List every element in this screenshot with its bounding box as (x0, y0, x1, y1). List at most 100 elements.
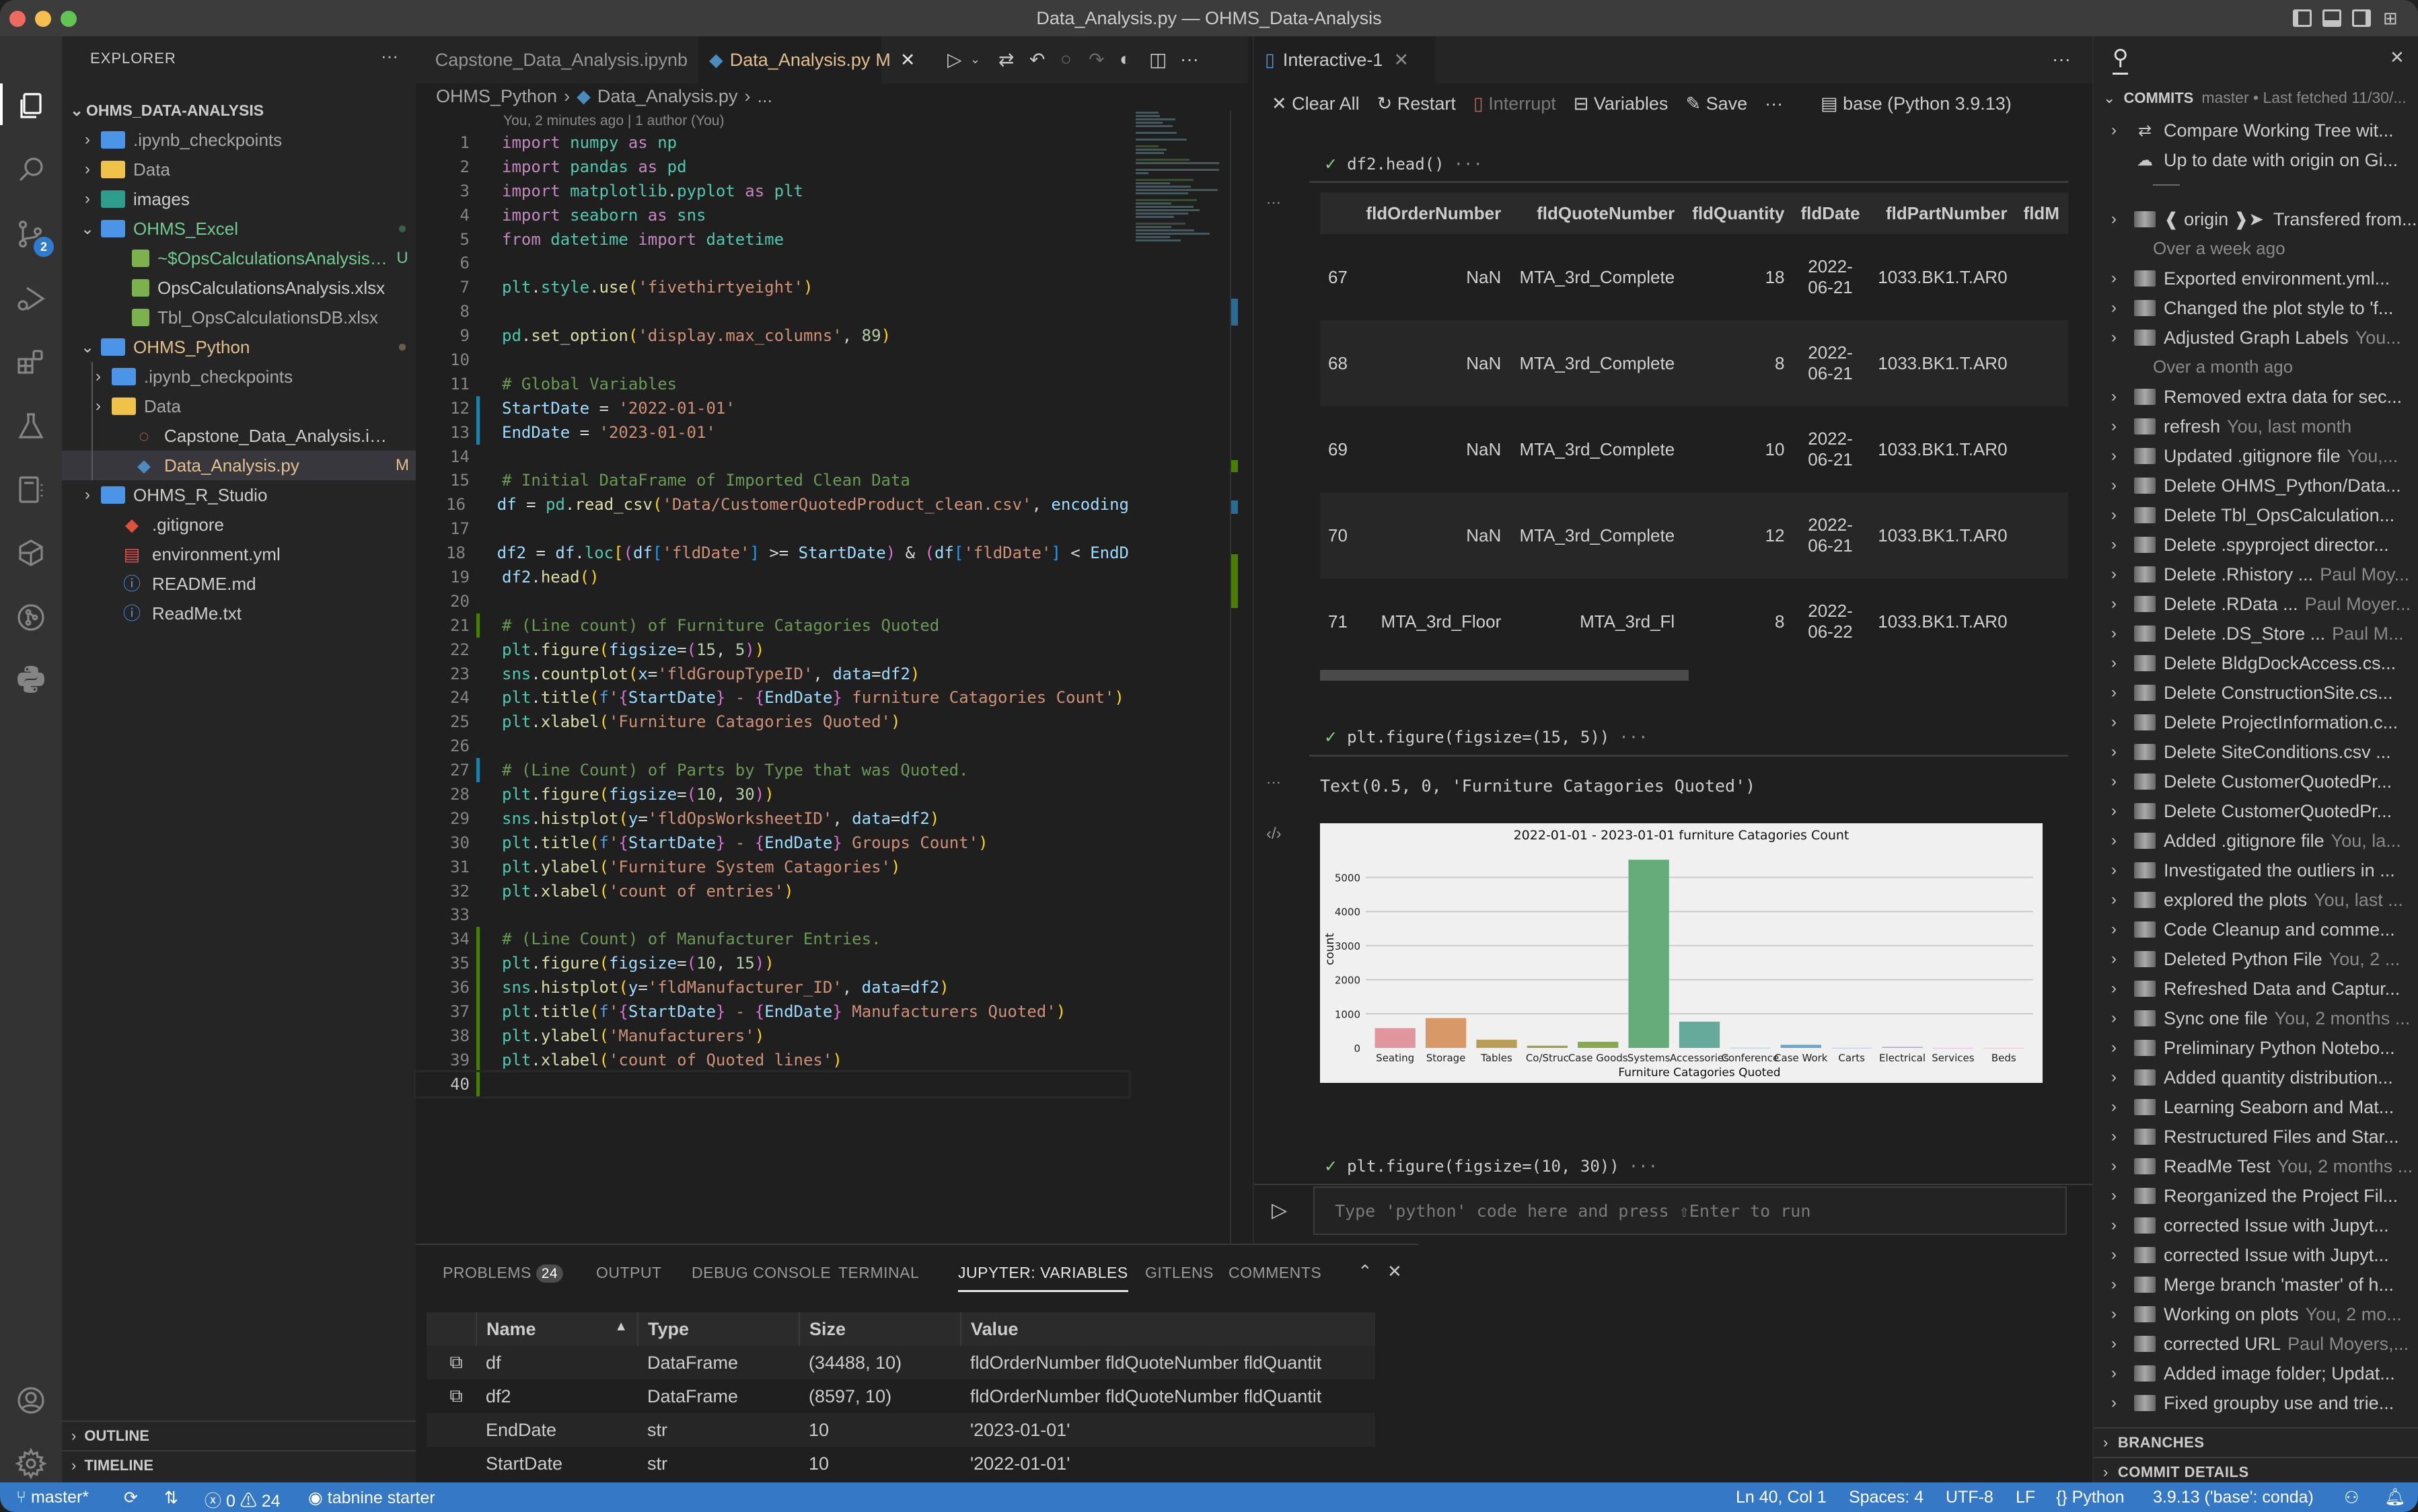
code-line[interactable]: 33 (416, 903, 1129, 928)
commit-item[interactable]: › Reorganized the Project Fil... (2094, 1181, 2418, 1211)
code-line[interactable]: 9 pd.set_option('display.max_columns', 89… (416, 324, 1129, 348)
encoding-status[interactable]: UTF-8 (1946, 1488, 1993, 1507)
run-python-file-icon[interactable]: ▷ (947, 48, 962, 71)
change-gutter[interactable] (476, 758, 488, 783)
panel-tab-jupyter-variables[interactable]: JUPYTER: VARIABLES (958, 1264, 1128, 1292)
variable-row[interactable]: ⧉ df DataFrame (34488, 10) fldOrderNumber fl… (427, 1346, 1375, 1379)
column-header-size[interactable]: Size (799, 1312, 961, 1346)
cell-header[interactable]: ✓ plt.figure(figsize=(10, 30)) ··· (1324, 1157, 1658, 1176)
open-data-viewer-icon[interactable]: ⧉ (427, 1379, 476, 1413)
commit-item[interactable]: › Adjusted Graph Labels You... (2094, 323, 2418, 352)
jupyter-icon[interactable] (13, 472, 48, 507)
problems-status[interactable]: ⓧ 0 ⚠ 24 (205, 1488, 281, 1512)
code-line[interactable]: 12 StartDate = '2022-01-01' (416, 395, 1129, 420)
extensions-icon[interactable] (13, 344, 48, 379)
interrupt-button[interactable]: ▯ Interrupt (1473, 93, 1556, 114)
output-mimetype-icon[interactable]: ‹/› (1266, 825, 1282, 843)
change-gutter[interactable] (476, 420, 488, 445)
more-actions-icon[interactable]: ··· (1765, 93, 1783, 114)
code-line[interactable]: 19 df2.head() (416, 565, 1129, 589)
code-line[interactable]: 38 plt.ylabel('Manufacturers') (416, 1023, 1129, 1048)
timeline-section[interactable]: › TIMELINE (62, 1450, 416, 1480)
code-line[interactable]: 32 plt.xlabel('count of entries') (416, 879, 1129, 903)
commit-item[interactable]: › Merge branch 'master' of h... (2094, 1270, 2418, 1299)
sync-status-item[interactable]: ☁ Up to date with origin on Gi... (2094, 145, 2418, 175)
change-gutter[interactable] (476, 975, 488, 1000)
code-line[interactable]: 6 (416, 251, 1129, 275)
python-icon[interactable] (13, 662, 48, 697)
open-data-viewer-icon[interactable]: ⧉ (427, 1346, 476, 1379)
code-line[interactable]: 24 plt.title(f'{StartDate} - {EndDate} fu… (416, 685, 1129, 710)
restart-button[interactable]: ↻ Restart (1377, 93, 1456, 114)
gitlens-blame-annotation[interactable]: You, 2 minutes ago | 1 author (You) (503, 113, 724, 129)
commit-item[interactable]: › corrected URL Paul Moyers,... (2094, 1329, 2418, 1359)
commit-item[interactable]: › Delete ProjectInformation.c... (2094, 708, 2418, 737)
change-gutter[interactable] (476, 1071, 488, 1096)
code-line[interactable]: 1 import numpy as np (416, 130, 1129, 155)
notifications-bell-icon[interactable]: 🔔︎ (2384, 1488, 2406, 1507)
toggle-secondary-sidebar-icon[interactable] (2352, 9, 2371, 27)
commit-item[interactable]: › Delete .spyproject director... (2094, 530, 2418, 560)
commit-item[interactable]: › Delete CustomerQuotedPr... (2094, 796, 2418, 826)
code-line[interactable]: 29 sns.histplot(y='fldOpsWorksheetID', da… (416, 806, 1129, 831)
explorer-item[interactable]: ⓘ README.md (62, 569, 416, 599)
commit-item[interactable]: › Delete SiteConditions.csv ... (2094, 737, 2418, 767)
column-header-type[interactable]: Type (638, 1312, 800, 1346)
commit-item[interactable]: › Updated .gitignore file You,... (2094, 441, 2418, 471)
code-line[interactable]: 3 import matplotlib.pyplot as plt (416, 179, 1129, 203)
change-gutter[interactable] (476, 613, 488, 638)
explorer-item[interactable]: › images (62, 184, 416, 214)
change-gutter[interactable] (476, 1023, 488, 1048)
commit-item[interactable]: › Delete ConstructionSite.cs... (2094, 678, 2418, 708)
close-tab-icon[interactable]: ✕ (1393, 50, 1409, 71)
outline-section[interactable]: › OUTLINE (62, 1421, 416, 1450)
code-line[interactable]: 34 # (Line Count) of Manufacturer Entries… (416, 927, 1129, 952)
commit-item[interactable]: › ❰ origin ❱➤ Transfered from... (2094, 204, 2418, 234)
code-line[interactable]: 36 sns.histplot(y='fldManufacturer_ID', d… (416, 975, 1129, 1000)
code-line[interactable]: 25 plt.xlabel('Furniture Catagories Quote… (416, 710, 1129, 734)
code-line[interactable]: 21 # (Line count) of Furniture Catagories… (416, 613, 1129, 638)
split-editor-icon[interactable]: ◫ (1149, 48, 1167, 71)
commit-item[interactable]: › Added image folder; Updat... (2094, 1359, 2418, 1388)
toggle-primary-sidebar-icon[interactable] (2293, 9, 2312, 27)
more-actions-icon[interactable]: ··· (1180, 48, 1199, 70)
commit-item[interactable]: › Code Cleanup and comme... (2094, 915, 2418, 944)
code-line[interactable]: 28 plt.figure(figsize=(10, 30)) (416, 782, 1129, 806)
code-line[interactable]: 35 plt.figure(figsize=(10, 15)) (416, 951, 1129, 976)
code-line[interactable]: 20 (416, 589, 1129, 613)
code-line[interactable]: 11 # Global Variables (416, 372, 1129, 396)
panel-tab-comments[interactable]: COMMENTS (1229, 1264, 1321, 1282)
commit-item[interactable]: › Preliminary Python Notebo... (2094, 1033, 2418, 1063)
output-menu-icon[interactable]: ··· (1266, 773, 1281, 791)
commit-item[interactable]: › corrected Issue with Jupyt... (2094, 1240, 2418, 1270)
tab-data-analysis-py[interactable]: ◆ Data_Analysis.py M ✕ (698, 36, 916, 83)
search-icon[interactable] (13, 152, 48, 187)
remote-explorer-icon[interactable] (13, 535, 48, 570)
variable-row[interactable]: EndDate str 10'2023-01-01' (427, 1413, 1375, 1447)
commit-item[interactable]: › Delete .RData ... Paul Moyer... (2094, 589, 2418, 619)
settings-gear-icon[interactable] (13, 1446, 48, 1481)
save-button[interactable]: ✎ Save (1685, 93, 1747, 114)
output-menu-icon[interactable]: ··· (1266, 194, 1281, 211)
panel-tab-gitlens[interactable]: GITLENS (1145, 1264, 1214, 1282)
panel-tab-problems[interactable]: PROBLEMS 24 (443, 1264, 564, 1283)
commit-graph-icon[interactable]: ⚲ (2113, 44, 2129, 75)
tabnine-status[interactable]: ◉ tabnine starter (308, 1488, 435, 1508)
change-gutter[interactable] (476, 999, 488, 1024)
explorer-icon[interactable] (13, 89, 48, 124)
cursor-position[interactable]: Ln 40, Col 1 (1736, 1488, 1827, 1507)
commit-item[interactable]: › Delete Tbl_OpsCalculation... (2094, 500, 2418, 530)
breadcrumb-file[interactable]: Data_Analysis.py (597, 86, 738, 107)
clear-all-button[interactable]: ✕ Clear All (1272, 93, 1360, 114)
minimap[interactable] (1136, 110, 1237, 265)
code-line[interactable]: 8 (416, 299, 1129, 324)
branch-status[interactable]: ⑂ master* (16, 1488, 89, 1507)
code-line[interactable]: 23 sns.countplot(x='fldGroupTypeID', data… (416, 662, 1129, 686)
account-icon[interactable] (13, 1383, 48, 1418)
commit-item[interactable]: › Exported environment.yml... (2094, 264, 2418, 293)
run-input-icon[interactable]: ▷ (1272, 1199, 1287, 1222)
code-line[interactable]: 37 plt.title(f'{StartDate} - {EndDate} Ma… (416, 999, 1129, 1024)
cell-header[interactable]: ✓ plt.figure(figsize=(15, 5)) ··· (1324, 728, 1648, 747)
explorer-item[interactable]: ▤ environment.yml (62, 539, 416, 569)
commit-item[interactable]: › Restructured Files and Star... (2094, 1122, 2418, 1151)
